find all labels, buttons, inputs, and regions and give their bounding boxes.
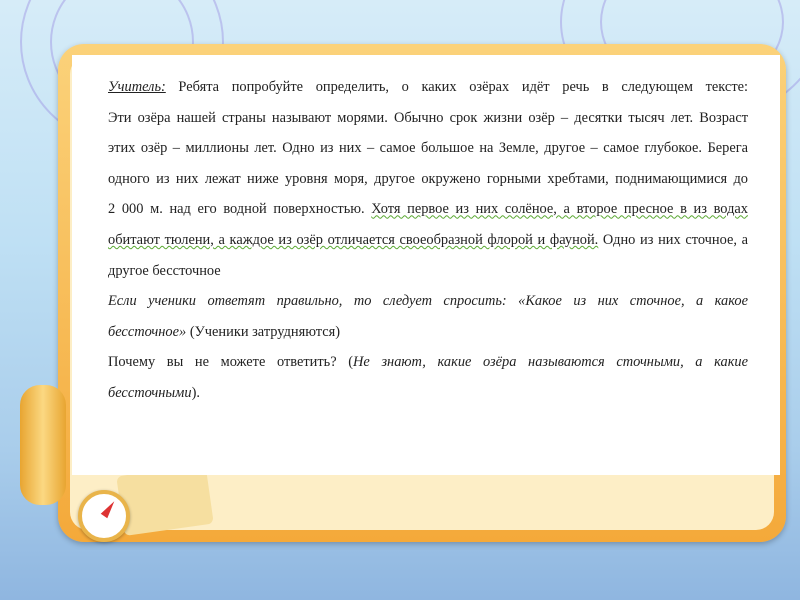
text-line: другое бессточное <box>108 260 748 291</box>
text-segment: (Ученики затрудняются) <box>186 323 341 340</box>
text-segment: одного из них лежат ниже уровня моря, др… <box>108 170 748 187</box>
text-line: Почему вы не можете ответить? (Не знают,… <box>108 351 748 382</box>
text-segment: бессточное» <box>108 323 187 340</box>
spellcheck-segment: обитают тюлени, а каждое из озёр отличае… <box>108 231 599 248</box>
slide-text: Учитель: Ребята попробуйте определить, о… <box>108 76 748 413</box>
text-line: бессточное» (Ученики затрудняются) <box>108 321 748 352</box>
text-segment: Если ученики ответят правильно, то следу… <box>108 293 748 310</box>
text-segment: Ребята попробуйте определить, о каких оз… <box>165 79 748 95</box>
text-segment: Почему вы не можете ответить? ( <box>108 354 354 371</box>
text-line: обитают тюлени, а каждое из озёр отличае… <box>108 229 748 260</box>
text-segment: другое бессточное <box>108 262 221 279</box>
text-line: бессточными). <box>108 382 748 413</box>
text-segment: Эти озёра нашей страны называют морями. … <box>108 109 748 126</box>
speaker-label: Учитель: <box>108 79 166 95</box>
scroll-icon <box>20 385 66 505</box>
compass-icon <box>78 490 130 542</box>
text-segment: бессточными <box>108 384 192 401</box>
text-line: Учитель: Ребята попробуйте определить, о… <box>108 76 748 107</box>
spellcheck-segment: Хотя первое из них солёное, а второе пре… <box>371 201 748 218</box>
text-segment: Не знают, какие озёра называются сточным… <box>353 354 749 371</box>
text-segment: Одно из них сточное, а <box>598 231 748 248</box>
text-segment: этих озёр – миллионы лет. Одно из них – … <box>108 140 748 157</box>
text-line: 2 000 м. над его водной поверхностью. Хо… <box>108 198 748 229</box>
text-segment: 2 000 м. над его водной поверхностью. <box>108 201 372 218</box>
text-line: этих озёр – миллионы лет. Одно из них – … <box>108 137 748 168</box>
text-line: Если ученики ответят правильно, то следу… <box>108 290 748 321</box>
text-segment: ). <box>191 384 200 401</box>
text-line: Эти озёра нашей страны называют морями. … <box>108 107 748 138</box>
text-line: одного из них лежат ниже уровня моря, др… <box>108 168 748 199</box>
